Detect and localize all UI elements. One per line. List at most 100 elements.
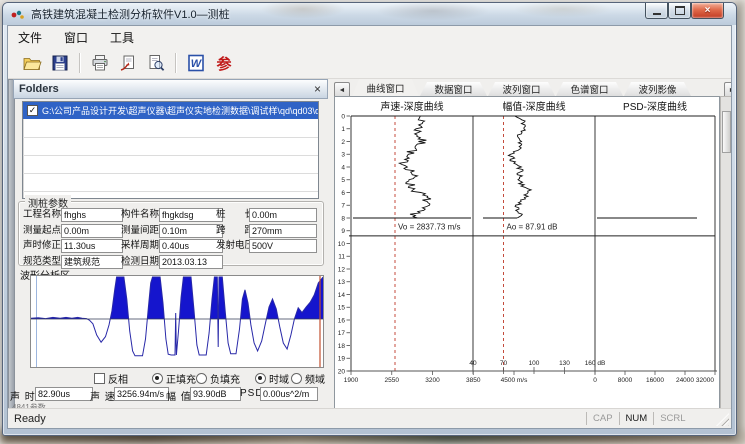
menu-bar: 文件窗口工具 xyxy=(8,26,731,49)
tab-4[interactable]: 波列影像 xyxy=(624,82,691,96)
print-preview-button[interactable] xyxy=(142,50,170,76)
scrollbar-thumb[interactable] xyxy=(722,111,731,153)
dock-strip[interactable] xyxy=(8,79,15,414)
close-button[interactable]: × xyxy=(691,3,724,19)
x-tick-label: 32000 xyxy=(696,377,714,384)
status-pane-scrl: SCRL xyxy=(653,412,691,425)
param-label: 检测日期 xyxy=(121,255,159,268)
open-folder-icon xyxy=(22,53,42,73)
radio[interactable] xyxy=(196,373,207,384)
radio-checked[interactable] xyxy=(255,373,266,384)
tab-2[interactable]: 波列窗口 xyxy=(488,82,555,96)
x-tick-label: 2550 xyxy=(385,377,400,384)
param-value-field[interactable]: 0.40us xyxy=(159,239,223,253)
param-label: 规范类型 xyxy=(23,255,61,268)
radio-checked[interactable] xyxy=(152,373,163,384)
item-checkbox[interactable]: ✓ xyxy=(27,105,38,116)
depth-tick-label: 7 xyxy=(341,203,345,210)
readout-label: 声 时 xyxy=(10,388,36,403)
checkbox[interactable] xyxy=(94,373,105,384)
param-value-field[interactable]: 0.00m xyxy=(61,224,123,238)
folders-panel-header[interactable]: Folders × xyxy=(13,79,328,99)
maximize-icon xyxy=(675,6,685,15)
radio[interactable] xyxy=(291,373,302,384)
status-pane-num: NUM xyxy=(619,412,654,425)
tab-3[interactable]: 色谱窗口 xyxy=(556,82,623,96)
depth-tick-label: 5 xyxy=(341,177,345,184)
app-window: 高铁建筑混凝土检测分析软件V1.0—测桩 × 文件窗口工具 xyxy=(2,2,737,436)
toolbar: W 参 xyxy=(8,48,731,79)
param-label: 构件名称 xyxy=(121,208,159,221)
save-icon xyxy=(50,53,70,73)
fill-negative-radio[interactable]: 负填充 xyxy=(196,372,240,384)
title-bar[interactable]: 高铁建筑混凝土检测分析软件V1.0—测桩 × xyxy=(3,3,736,25)
depth-curves-plot: 声速-深度曲线幅值-深度曲线PSD-深度曲线Vo = 2837.73 m/sAo… xyxy=(335,97,719,409)
param-value-field[interactable]: 500V xyxy=(249,239,317,253)
x-tick-label: 16000 xyxy=(646,377,664,384)
param-label: 采样周期 xyxy=(121,239,159,252)
panel-title: 幅值-深度曲线 xyxy=(502,100,565,113)
param-value-field[interactable]: 270mm xyxy=(249,224,317,238)
invert-checkbox[interactable]: 反相 xyxy=(94,372,128,384)
readout-value-field[interactable]: 0.00us^2/m xyxy=(260,387,318,401)
menu-item-1[interactable]: 窗口 xyxy=(62,27,90,48)
depth-tick-label: 11 xyxy=(338,254,345,261)
save-button[interactable] xyxy=(46,50,74,76)
fill-positive-radio[interactable]: 正填充 xyxy=(152,372,196,384)
open-folder-button[interactable] xyxy=(18,50,46,76)
parameters-button[interactable]: 参 xyxy=(210,50,238,76)
folders-panel-title: Folders xyxy=(19,83,314,95)
freq-domain-radio[interactable]: 频域 xyxy=(291,372,325,384)
invert-checkbox-label: 反相 xyxy=(108,371,128,386)
window-title: 高铁建筑混凝土检测分析软件V1.0—测桩 xyxy=(31,6,230,22)
param-label: 测量起点 xyxy=(23,224,61,237)
depth-tick-label: 3 xyxy=(341,152,345,159)
depth-tick-label: 17 xyxy=(338,330,346,337)
folders-close-icon[interactable]: × xyxy=(314,83,321,95)
param-value-field[interactable]: fhgkdsg xyxy=(159,208,223,222)
param-value-field[interactable]: 2013.03.13 xyxy=(159,255,223,269)
maximize-button[interactable] xyxy=(668,3,691,19)
waveform-canvas[interactable] xyxy=(30,275,324,368)
mean-value-annotation: Vo = 2837.73 m/s xyxy=(398,222,460,231)
tab-strip: 曲线窗口数据窗口波列窗口色谱窗口波列影像 xyxy=(352,79,692,96)
param-value-field[interactable]: 建筑规范 xyxy=(61,255,123,269)
param-value-field[interactable]: 0.00m xyxy=(249,208,317,222)
menu-item-0[interactable]: 文件 xyxy=(16,27,44,48)
depth-tick-label: 4 xyxy=(341,164,345,171)
readout-value-field[interactable]: 3256.94m/s xyxy=(114,387,169,401)
curve-chart-view[interactable]: 声速-深度曲线幅值-深度曲线PSD-深度曲线Vo = 2837.73 m/sAo… xyxy=(334,96,720,410)
depth-tick-label: 20 xyxy=(338,368,346,375)
chart-vertical-scrollbar[interactable] xyxy=(720,96,732,410)
resize-grip[interactable] xyxy=(716,413,729,426)
minimize-button[interactable] xyxy=(645,3,668,19)
time-domain-radio[interactable]: 时域 xyxy=(255,372,289,384)
status-pane-cap: CAP xyxy=(586,412,619,425)
readout-value-field[interactable]: 93.90dB xyxy=(190,387,241,401)
wave-trace xyxy=(31,277,323,356)
param-value-field[interactable]: 11.30us xyxy=(61,239,123,253)
tab-1[interactable]: 数据窗口 xyxy=(420,82,487,96)
depth-curve xyxy=(508,116,531,218)
export-button[interactable] xyxy=(114,50,142,76)
readout-value-field[interactable]: 82.90us xyxy=(35,387,93,401)
print-button[interactable] xyxy=(86,50,114,76)
freq-domain-radio-label: 频域 xyxy=(305,371,325,386)
fill-negative-radio-label: 负填充 xyxy=(210,371,240,386)
depth-tick-label: 18 xyxy=(338,343,346,350)
app-icon xyxy=(11,8,25,21)
param-value-field[interactable]: 0.10m xyxy=(159,224,223,238)
depth-curve xyxy=(399,116,431,218)
menu-item-2[interactable]: 工具 xyxy=(108,27,136,48)
print-preview-icon xyxy=(146,53,166,73)
word-report-button[interactable]: W xyxy=(182,50,210,76)
toolbar-separator xyxy=(175,53,177,73)
folders-file-list[interactable]: ✓G:\公司产品设计开发\超声仪器\超声仪实地检测数据\调试样\qd\qd03\… xyxy=(22,101,319,199)
x-tick-label: 0 xyxy=(593,377,597,384)
param-value-field[interactable]: fhghs xyxy=(61,208,123,222)
x-tick-label: 100 xyxy=(529,360,540,367)
depth-tick-label: 14 xyxy=(338,292,346,299)
x-tick-label: 70 xyxy=(500,360,508,367)
tab-0[interactable]: 曲线窗口 xyxy=(352,79,419,96)
folder-list-item[interactable]: ✓G:\公司产品设计开发\超声仪器\超声仪实地检测数据\调试样\qd\qd03\… xyxy=(23,102,318,119)
